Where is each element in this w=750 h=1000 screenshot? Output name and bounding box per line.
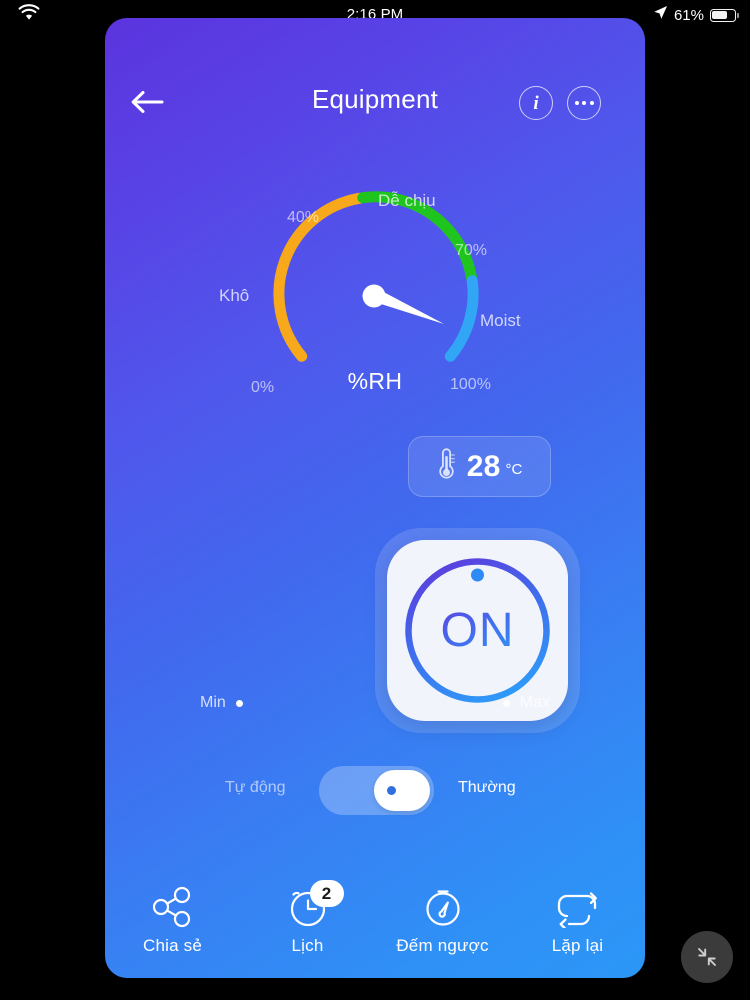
- temperature-unit: °C: [505, 461, 523, 478]
- range-markers: Min Max: [105, 694, 645, 720]
- mode-auto-label[interactable]: Tự động: [225, 779, 286, 797]
- humidity-gauge: 0% 40% 70% 100% Khô Dễ chịu Moist %RH: [105, 168, 645, 423]
- share-icon: [150, 882, 196, 932]
- more-options-icon[interactable]: [567, 86, 601, 120]
- max-dot-icon: [502, 699, 510, 707]
- nav-item-repeat[interactable]: Lặp lại: [510, 882, 645, 956]
- status-right-cluster: 61%: [653, 5, 739, 25]
- min-marker[interactable]: Min: [200, 694, 243, 712]
- min-label: Min: [200, 694, 226, 711]
- app-header: Equipment i: [105, 64, 645, 140]
- gauge-zone-moist: [444, 275, 479, 362]
- schedule-badge: 2: [309, 880, 344, 907]
- gauge-tick-70: 70%: [455, 242, 488, 259]
- page-title: Equipment: [311, 84, 439, 114]
- max-marker[interactable]: Max: [502, 694, 550, 712]
- battery-percent: 61%: [673, 6, 704, 24]
- clock-alarm-icon: 2: [285, 880, 344, 932]
- mode-toggle[interactable]: [319, 766, 434, 815]
- min-dot-icon: [235, 699, 243, 707]
- mode-toggle-knob: [374, 770, 430, 811]
- max-label: Max: [519, 694, 550, 711]
- nav-item-schedule[interactable]: 2 Lịch: [240, 880, 375, 956]
- gauge-zone-label-comfort: Dễ chịu: [378, 191, 436, 210]
- gauge-zone-label-moist: Moist: [480, 311, 521, 330]
- shrink-screen-icon[interactable]: [681, 931, 733, 983]
- three-dots-glyph: [574, 101, 594, 105]
- battery-icon: [710, 8, 739, 22]
- mode-switch-row: Tự động Thường: [105, 766, 645, 816]
- info-circle-icon[interactable]: i: [519, 86, 553, 120]
- location-arrow-icon: [653, 5, 668, 25]
- timer-icon: [420, 882, 466, 932]
- nav-item-countdown[interactable]: Đếm ngược: [375, 882, 510, 956]
- thermometer-icon: [437, 447, 456, 486]
- info-letter: i: [533, 92, 539, 114]
- gauge-tick-40: 40%: [287, 209, 320, 226]
- nav-label-countdown: Đếm ngược: [396, 936, 489, 955]
- nav-label-share: Chia sẻ: [142, 936, 203, 955]
- nav-label-schedule: Lịch: [291, 936, 324, 955]
- nav-item-share[interactable]: Chia sẻ: [105, 882, 240, 956]
- mode-normal-label[interactable]: Thường: [458, 779, 516, 797]
- repeat-icon: [555, 882, 601, 932]
- temperature-card: 28 °C: [408, 436, 551, 497]
- bottom-nav: Chia sẻ 2 Lịch Đếm ngược Lặp lại: [105, 880, 645, 956]
- gauge-unit-label: %RH: [347, 368, 403, 394]
- power-state-label: ON: [440, 604, 515, 657]
- nav-label-repeat: Lặp lại: [551, 936, 604, 955]
- app-window: Equipment i 0% 40% 70% 100% Khô Dễ chịu …: [105, 18, 645, 978]
- temperature-value: 28: [466, 449, 501, 483]
- gauge-zone-label-dry: Khô: [219, 286, 250, 305]
- gauge-needle-icon: [362, 284, 444, 324]
